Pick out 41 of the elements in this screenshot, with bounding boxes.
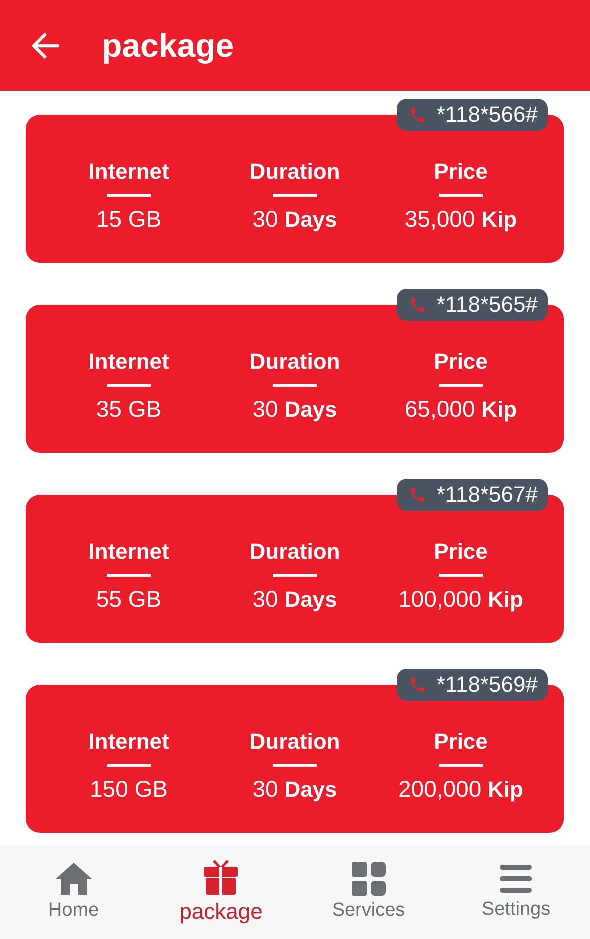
dial-code-badge[interactable]: *118*569# [396, 669, 548, 701]
page-title: package [102, 26, 234, 64]
dial-code-badge[interactable]: *118*565# [396, 289, 548, 321]
dial-code-badge[interactable]: *118*566# [396, 99, 548, 131]
column-value: 30 Days [252, 206, 338, 233]
nav-tab[interactable]: Home [14, 862, 134, 922]
grid-icon [352, 862, 386, 896]
column-value: 30 Days [252, 776, 338, 803]
column-label: Internet [88, 539, 170, 565]
column-value: 150 GB [90, 776, 168, 803]
menu-icon [500, 863, 532, 895]
column-label: Duration [250, 159, 340, 185]
column-label: Duration [250, 349, 340, 375]
dial-code-badge[interactable]: *118*567# [396, 479, 548, 511]
column-value: 100,000 Kip [398, 586, 524, 613]
phone-icon [408, 296, 427, 314]
gift-icon [204, 859, 238, 895]
column-label: Internet [88, 159, 170, 185]
column-value: 200,000 Kip [398, 776, 524, 803]
column-label: Duration [250, 729, 340, 755]
column-value: 65,000 Kip [404, 396, 518, 423]
column-value: 15 GB [96, 206, 162, 233]
column-label: Price [434, 349, 488, 375]
phone-icon [408, 486, 427, 504]
column-label: Price [434, 539, 488, 565]
column-label: Price [434, 729, 488, 755]
home-icon [54, 862, 93, 896]
column-value: 30 Days [252, 586, 338, 613]
column-label: Duration [250, 539, 340, 565]
column-value: 30 Days [252, 396, 338, 423]
phone-icon [408, 106, 427, 124]
column-value: 35,000 Kip [404, 206, 518, 233]
phone-icon [408, 676, 427, 694]
nav-tab[interactable]: Settings [456, 863, 576, 921]
column-value: 35 GB [96, 396, 162, 423]
nav-tab[interactable]: Services [308, 862, 429, 922]
column-label: Price [434, 159, 488, 185]
column-value: 55 GB [96, 586, 162, 613]
column-label: Internet [88, 349, 170, 375]
nav-tab[interactable]: package [161, 859, 282, 925]
column-label: Internet [88, 729, 170, 755]
